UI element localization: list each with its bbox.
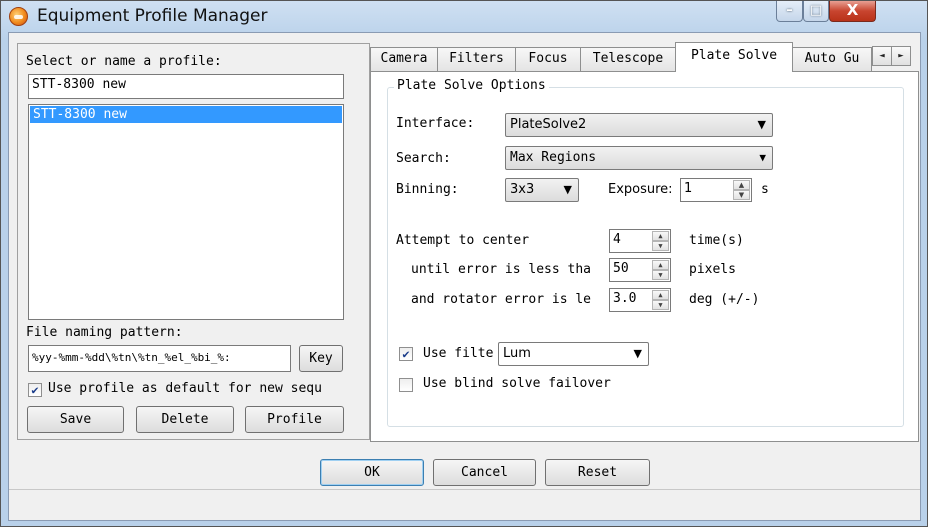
exposure-label: Exposure: — [608, 182, 673, 197]
rotator-error-unit: deg (+/-) — [689, 292, 760, 307]
tab-plate-solve[interactable]: Plate Solve — [675, 42, 793, 72]
attempt-center-value: 4 — [613, 232, 621, 247]
until-error-unit: pixels — [689, 262, 736, 277]
tab-telescope[interactable]: Telescope — [580, 47, 676, 71]
plate-solve-page: Plate Solve Options Interface: PlateSolv… — [370, 71, 919, 442]
exposure-value: 1 — [684, 181, 693, 196]
exposure-unit: s — [761, 182, 769, 197]
interface-label: Interface: — [396, 116, 475, 131]
blind-solve-checkbox[interactable] — [399, 378, 413, 392]
until-error-spinner[interactable]: 50 ▲ ▼ — [609, 258, 671, 282]
reset-button[interactable]: Reset — [545, 459, 650, 486]
status-bar — [9, 489, 920, 520]
tab-scroll-arrows: ◄ ► — [872, 46, 912, 66]
minimize-button[interactable]: – — [776, 1, 803, 22]
binning-value: 3x3 — [510, 182, 535, 197]
binning-select[interactable]: 3x3 ▼ — [505, 178, 579, 202]
spin-up-icon[interactable]: ▲ — [652, 231, 669, 241]
chevron-down-icon: ▼ — [633, 347, 642, 360]
use-filter-label: Use filte — [423, 346, 494, 361]
window-title: Equipment Profile Manager — [37, 6, 268, 26]
attempt-center-unit: time(s) — [689, 233, 744, 248]
chevron-down-icon: ▼ — [759, 151, 766, 164]
dialog-client-area: Select or name a profile: STT-8300 new S… — [8, 32, 921, 521]
exposure-spinner[interactable]: 1 ▲ ▼ — [680, 178, 752, 202]
attempt-center-label: Attempt to center — [396, 233, 530, 248]
profile-list-item[interactable]: STT-8300 new — [30, 106, 342, 123]
spin-down-icon[interactable]: ▼ — [652, 300, 669, 310]
attempt-center-spinner[interactable]: 4 ▲ ▼ — [609, 229, 671, 253]
tab-camera[interactable]: Camera — [370, 47, 438, 71]
search-label: Search: — [396, 151, 451, 166]
minimize-icon: – — [786, 3, 793, 18]
spin-down-icon[interactable]: ▼ — [652, 270, 669, 280]
filter-value: Lum — [503, 346, 531, 361]
rotator-error-label: and rotator error is le — [411, 292, 592, 307]
search-value: Max Regions — [510, 150, 597, 165]
profile-list[interactable]: STT-8300 new — [28, 104, 344, 320]
use-filter-checkbox[interactable]: ✔ — [399, 347, 413, 361]
tab-scroll-left-icon[interactable]: ◄ — [872, 46, 892, 66]
tab-scroll-right-icon[interactable]: ► — [891, 46, 911, 66]
tab-filters[interactable]: Filters — [437, 47, 516, 71]
file-naming-label: File naming pattern: — [26, 325, 183, 340]
file-naming-input[interactable]: %yy-%mm-%dd\%tn\%tn_%el_%bi_%: — [28, 345, 291, 372]
chevron-down-icon: ▼ — [563, 183, 572, 196]
spin-up-icon[interactable]: ▲ — [733, 180, 750, 190]
close-button[interactable]: X — [829, 1, 876, 22]
default-profile-checkbox[interactable]: ✔ — [28, 383, 42, 397]
spin-up-icon[interactable]: ▲ — [652, 260, 669, 270]
interface-value: PlateSolve2 — [510, 117, 587, 132]
save-button[interactable]: Save — [27, 406, 124, 433]
spin-down-icon[interactable]: ▼ — [733, 190, 750, 200]
profile-button[interactable]: Profile — [245, 406, 344, 433]
key-button[interactable]: Key — [299, 345, 343, 372]
tab-focus[interactable]: Focus — [515, 47, 581, 71]
ok-button[interactable]: OK — [320, 459, 424, 486]
search-select[interactable]: Max Regions ▼ — [505, 146, 773, 170]
filter-select[interactable]: Lum ▼ — [498, 342, 649, 366]
select-profile-label: Select or name a profile: — [26, 54, 222, 69]
equipment-profile-window: Equipment Profile Manager – □ X Select o… — [0, 0, 928, 527]
app-icon — [9, 7, 28, 26]
title-bar[interactable]: Equipment Profile Manager – □ X — [1, 1, 927, 33]
default-profile-label: Use profile as default for new sequ — [48, 381, 322, 396]
profile-panel: Select or name a profile: STT-8300 new S… — [17, 43, 370, 440]
until-error-label: until error is less tha — [411, 262, 592, 277]
until-error-value: 50 — [613, 261, 629, 276]
settings-tabs: Camera Filters Focus Telescope Plate Sol… — [370, 42, 918, 72]
rotator-error-value: 3.0 — [613, 291, 637, 306]
cancel-button[interactable]: Cancel — [433, 459, 536, 486]
binning-label: Binning: — [396, 182, 459, 197]
chevron-down-icon: ▼ — [757, 118, 766, 131]
rotator-error-spinner[interactable]: 3.0 ▲ ▼ — [609, 288, 671, 312]
delete-button[interactable]: Delete — [136, 406, 234, 433]
spin-up-icon[interactable]: ▲ — [652, 290, 669, 300]
group-title: Plate Solve Options — [394, 78, 549, 93]
maximize-icon: □ — [809, 3, 823, 18]
spin-down-icon[interactable]: ▼ — [652, 241, 669, 251]
profile-name-input[interactable]: STT-8300 new — [28, 74, 344, 99]
maximize-button[interactable]: □ — [803, 1, 829, 22]
blind-solve-label: Use blind solve failover — [423, 376, 611, 391]
close-icon: X — [846, 1, 859, 19]
interface-select[interactable]: PlateSolve2 ▼ — [505, 113, 773, 137]
tab-auto-guide[interactable]: Auto Gu — [792, 47, 872, 71]
